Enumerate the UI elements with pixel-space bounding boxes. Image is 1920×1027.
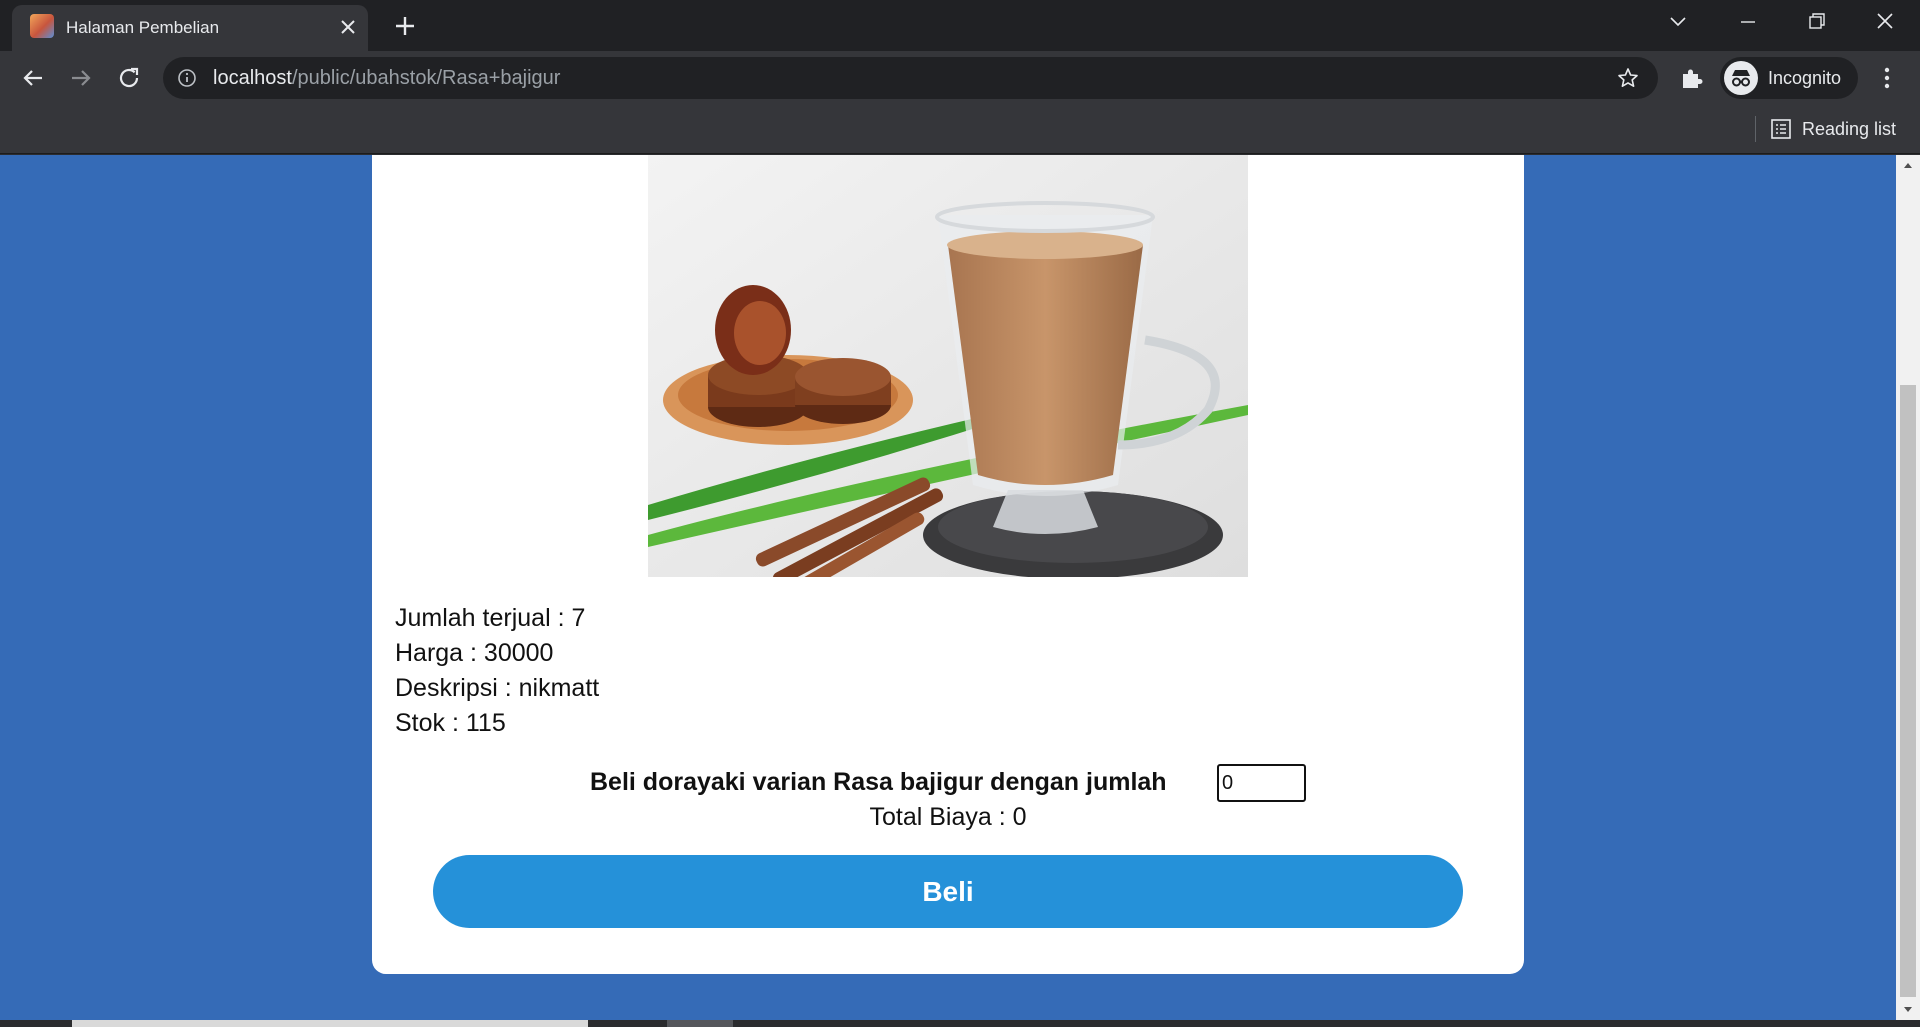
description: Deskripsi : nikmatt (395, 674, 600, 702)
bookmark-star-icon[interactable] (1617, 67, 1639, 89)
incognito-icon (1724, 61, 1758, 95)
minimize-icon[interactable] (1728, 8, 1768, 36)
stock: Stok : 115 (395, 709, 506, 737)
forward-arrow-icon[interactable] (66, 63, 96, 93)
reading-list-label: Reading list (1802, 118, 1897, 139)
reading-list-icon (1771, 119, 1791, 139)
sold-count: Jumlah terjual : 7 (395, 604, 586, 632)
purchase-card: Jumlah terjual : 7 Harga : 30000 Deskrip… (372, 155, 1524, 974)
os-taskbar-edge (0, 1020, 1920, 1027)
total-cost: Total Biaya : 0 (869, 803, 1027, 831)
reload-icon[interactable] (114, 63, 144, 93)
browser-tab[interactable]: Halaman Pembelian (12, 5, 368, 51)
site-info-icon[interactable] (177, 68, 197, 88)
new-tab-icon[interactable] (391, 12, 419, 40)
url-text: localhost/public/ubahstok/Rasa+bajigur (213, 67, 560, 90)
url-path: /public/ubahstok/Rasa+bajigur (291, 67, 561, 89)
price: Harga : 30000 (395, 639, 554, 667)
tab-title: Halaman Pembelian (66, 18, 220, 37)
vertical-scrollbar[interactable] (1896, 155, 1920, 1020)
bookmark-bar: Reading list (0, 104, 1920, 154)
product-image (648, 155, 1248, 577)
scroll-down-arrow-icon[interactable] (1896, 1000, 1920, 1020)
scrollbar-thumb[interactable] (1900, 385, 1916, 997)
bookmark-divider (1755, 116, 1756, 142)
browser-toolbar: localhost/public/ubahstok/Rasa+bajigur I… (0, 51, 1920, 104)
incognito-profile-button[interactable]: Incognito (1720, 57, 1858, 99)
extensions-puzzle-icon[interactable] (1679, 65, 1705, 91)
quantity-input[interactable] (1217, 764, 1306, 802)
page-viewport: Jumlah terjual : 7 Harga : 30000 Deskrip… (0, 155, 1896, 1020)
purchase-form-row: Beli dorayaki varian Rasa bajigur dengan… (372, 764, 1524, 804)
taskbar-item (72, 1020, 588, 1027)
url-host: localhost (213, 67, 292, 89)
taskbar-item (667, 1020, 733, 1027)
product-info: Jumlah terjual : 7 Harga : 30000 Deskrip… (395, 601, 599, 741)
purchase-prompt: Beli dorayaki varian Rasa bajigur dengan… (590, 768, 1167, 796)
close-tab-icon[interactable] (336, 15, 360, 39)
bajigur-drink-image (648, 155, 1248, 577)
reading-list-button[interactable]: Reading list (1770, 114, 1896, 144)
site-favicon-icon (30, 14, 54, 38)
address-bar[interactable]: localhost/public/ubahstok/Rasa+bajigur (163, 57, 1658, 99)
close-window-icon[interactable] (1865, 8, 1905, 36)
browser-tabstrip: Halaman Pembelian (0, 0, 1920, 51)
more-menu-icon[interactable] (1875, 65, 1899, 91)
scroll-up-arrow-icon[interactable] (1896, 155, 1920, 175)
tab-search-chevron-icon[interactable] (1658, 8, 1698, 36)
restore-icon[interactable] (1796, 8, 1836, 36)
buy-button[interactable]: Beli (433, 855, 1463, 928)
incognito-label: Incognito (1768, 68, 1842, 88)
back-arrow-icon[interactable] (18, 63, 48, 93)
